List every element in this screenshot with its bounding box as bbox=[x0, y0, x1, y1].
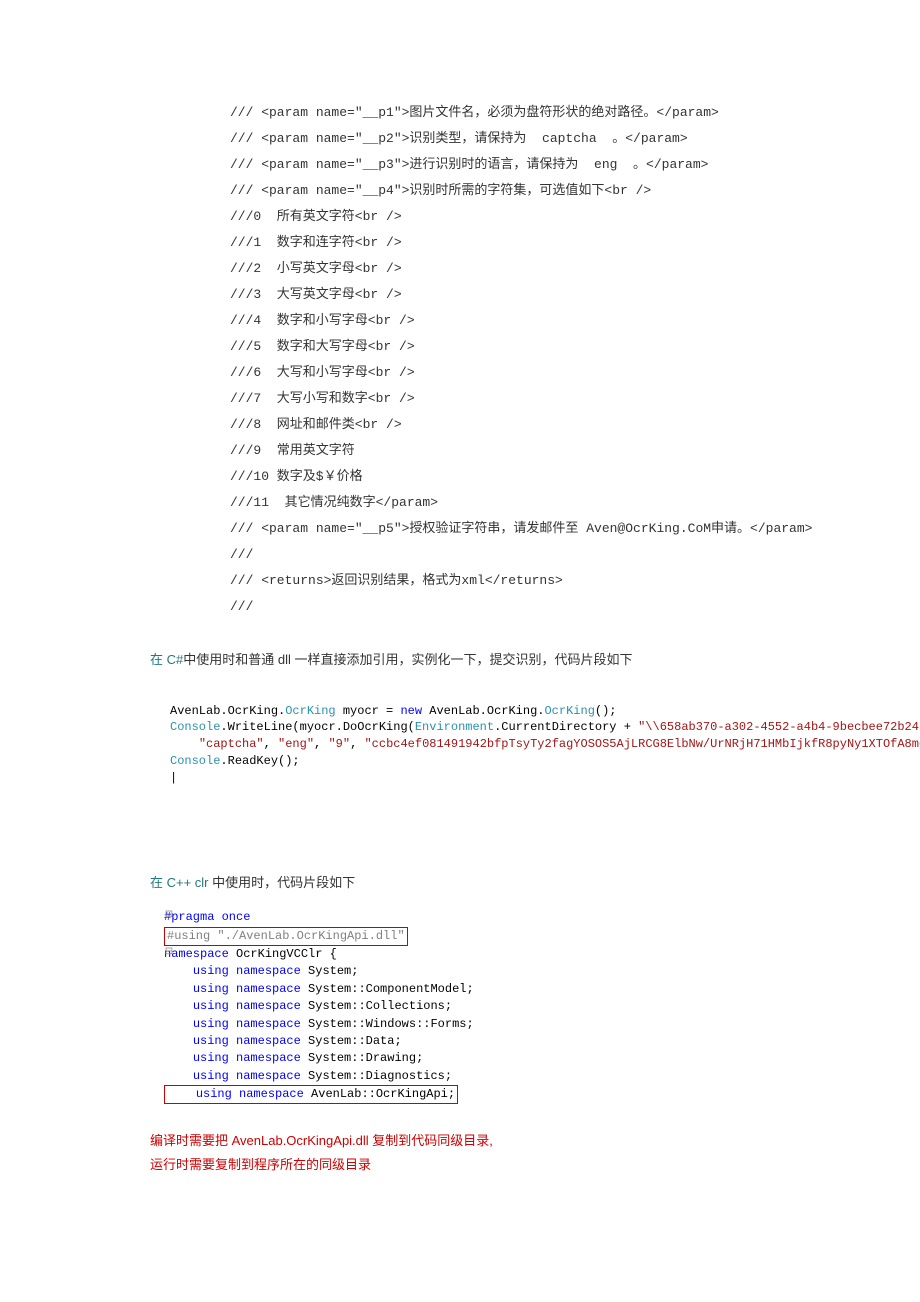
doc-comment-line: /// <returns>返回识别结果，格式为xml</returns> bbox=[230, 568, 860, 594]
doc-comment-line: ///0 所有英文字符<br /> bbox=[230, 204, 860, 230]
csharp-section-label: 在 C#中使用时和普通 dll 一样直接添加引用，实例化一下，提交识别，代码片段… bbox=[150, 650, 860, 671]
cpp-code-line: using namespace System; bbox=[164, 963, 860, 980]
cpp-code-line: using namespace System::Collections; bbox=[164, 998, 860, 1015]
cpp-code-line: using namespace System::Drawing; bbox=[164, 1050, 860, 1067]
note-line: 编译时需要把 AvenLab.OcrKingApi.dll 复制到代码同级目录, bbox=[150, 1129, 860, 1152]
highlighted-box: using namespace AvenLab::OcrKingApi; bbox=[164, 1085, 458, 1104]
fold-gutter-icon: ⊟ bbox=[164, 909, 174, 924]
doc-comment-line: /// <param name="__p5">授权验证字符串，请发邮件至 Ave… bbox=[230, 516, 860, 542]
cpp-code-snippet: ⊟#pragma once#using "./AvenLab.OcrKingAp… bbox=[150, 909, 860, 1104]
doc-comment-line: ///6 大写和小写字母<br /> bbox=[230, 360, 860, 386]
doc-comment-line: ///3 大写英文字母<br /> bbox=[230, 282, 860, 308]
doc-comment-line: ///2 小写英文字母<br /> bbox=[230, 256, 860, 282]
cpp-section-label: 在 C++ clr 中使用时，代码片段如下 bbox=[150, 873, 860, 894]
cpp-code-line: ⊟namespace OcrKingVCClr { bbox=[164, 946, 860, 963]
doc-comment-line: ///5 数字和大写字母<br /> bbox=[230, 334, 860, 360]
doc-comment-line: ///11 其它情况纯数字</param> bbox=[230, 490, 860, 516]
doc-comment-line: ///10 数字及$￥价格 bbox=[230, 464, 860, 490]
doc-comment-line: /// bbox=[230, 542, 860, 568]
cpp-code-line: using namespace AvenLab::OcrKingApi; bbox=[164, 1085, 860, 1104]
xml-doc-comment-block: /// <param name="__p1">图片文件名，必须为盘符形状的绝对路… bbox=[230, 100, 860, 620]
doc-comment-line: /// bbox=[230, 594, 860, 620]
csharp-code-snippet: AvenLab.OcrKing.OcrKing myocr = new Aven… bbox=[170, 686, 860, 804]
doc-comment-line: ///9 常用英文字符 bbox=[230, 438, 860, 464]
label-text: 中使用时和普通 dll 一样直接添加引用，实例化一下，提交识别，代码片段如下 bbox=[183, 652, 632, 667]
highlighted-box: #using "./AvenLab.OcrKingApi.dll" bbox=[164, 927, 408, 946]
document-page: /// <param name="__p1">图片文件名，必须为盘符形状的绝对路… bbox=[0, 0, 920, 1236]
doc-comment-line: /// <param name="__p3">进行识别时的语言，请保持为 eng… bbox=[230, 152, 860, 178]
cpp-code-line: ⊟#pragma once bbox=[164, 909, 860, 926]
compile-note: 编译时需要把 AvenLab.OcrKingApi.dll 复制到代码同级目录,… bbox=[150, 1129, 860, 1176]
doc-comment-line: ///4 数字和小写字母<br /> bbox=[230, 308, 860, 334]
doc-comment-line: /// <param name="__p4">识别时所需的字符集，可选值如下<b… bbox=[230, 178, 860, 204]
doc-comment-line: ///7 大写小写和数字<br /> bbox=[230, 386, 860, 412]
label-text: 在 C# bbox=[150, 652, 183, 667]
label-text: 中使用时，代码片段如下 bbox=[212, 875, 355, 890]
doc-comment-line: /// <param name="__p2">识别类型，请保持为 captcha… bbox=[230, 126, 860, 152]
cpp-code-line: using namespace System::ComponentModel; bbox=[164, 981, 860, 998]
cpp-code-line: #using "./AvenLab.OcrKingApi.dll" bbox=[164, 927, 860, 946]
doc-comment-line: /// <param name="__p1">图片文件名，必须为盘符形状的绝对路… bbox=[230, 100, 860, 126]
fold-gutter-icon: ⊟ bbox=[164, 946, 174, 961]
cpp-code-line: using namespace System::Data; bbox=[164, 1033, 860, 1050]
doc-comment-line: ///8 网址和邮件类<br /> bbox=[230, 412, 860, 438]
label-text: 在 C++ clr bbox=[150, 875, 212, 890]
doc-comment-line: ///1 数字和连字符<br /> bbox=[230, 230, 860, 256]
note-line: 运行时需要复制到程序所在的同级目录 bbox=[150, 1153, 860, 1176]
cpp-code-line: using namespace System::Diagnostics; bbox=[164, 1068, 860, 1085]
cpp-code-line: using namespace System::Windows::Forms; bbox=[164, 1016, 860, 1033]
